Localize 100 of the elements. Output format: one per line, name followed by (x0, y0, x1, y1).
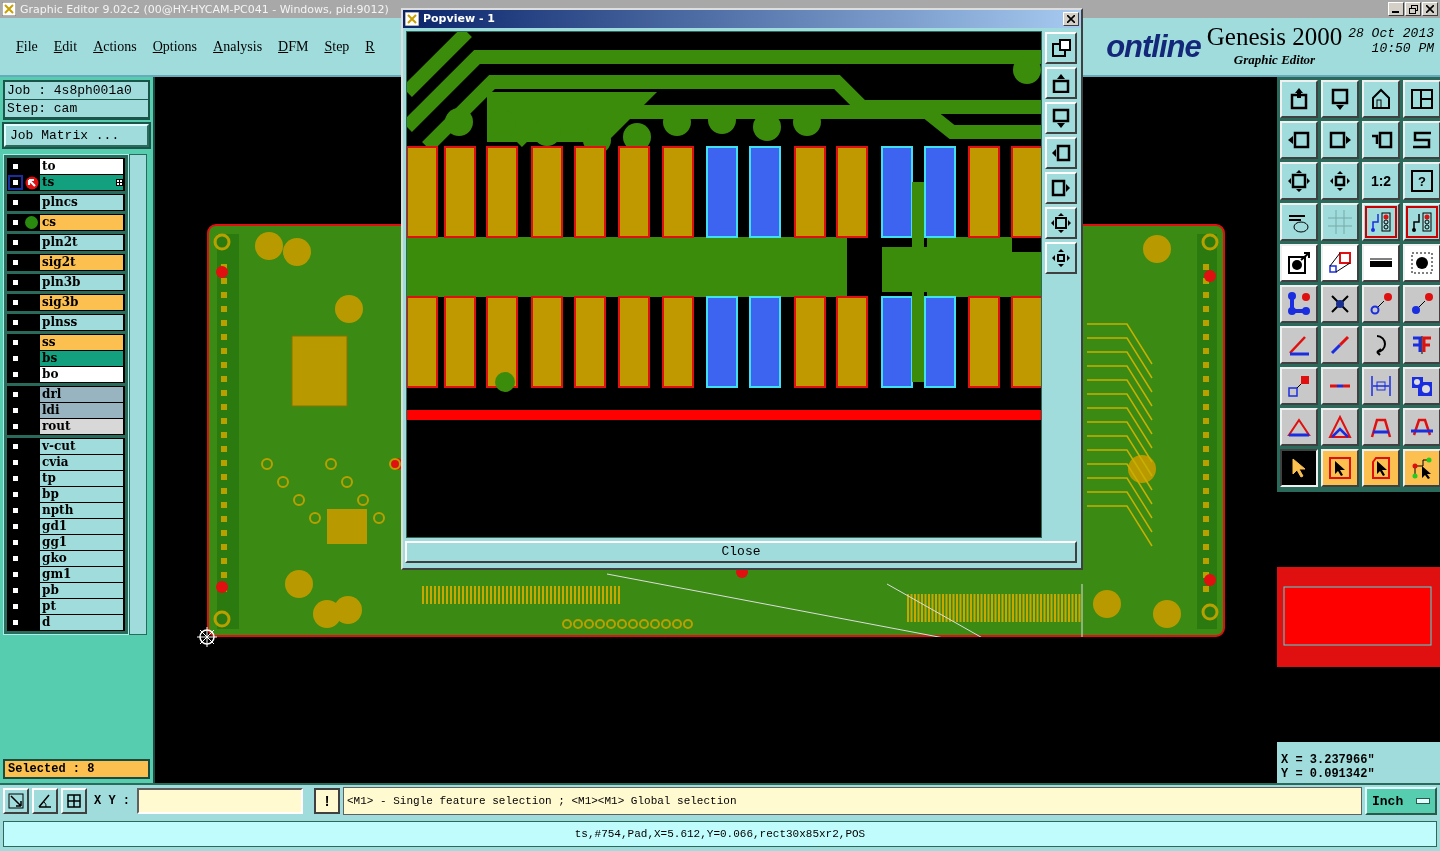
ruler-button[interactable] (1362, 244, 1400, 282)
layer-name[interactable]: plnss (40, 315, 123, 330)
layer-toggle-button[interactable] (10, 317, 21, 328)
box-up-arrow-button[interactable] (1280, 80, 1318, 118)
layer-name[interactable]: pb (40, 583, 123, 598)
centered-box-button[interactable] (1321, 162, 1359, 200)
layer-name[interactable]: sig3b (40, 295, 123, 310)
menu-item[interactable]: DFM (278, 38, 309, 55)
menu-item[interactable]: Step (324, 38, 350, 55)
house-button[interactable] (1362, 80, 1400, 118)
squares-link-button[interactable] (1321, 244, 1359, 282)
close-button[interactable] (1063, 11, 1079, 26)
expand-box-button[interactable] (1280, 162, 1318, 200)
overlap-shapes-button[interactable] (1403, 367, 1440, 405)
s-path-button[interactable] (1403, 121, 1440, 159)
layer-name[interactable]: ss (40, 335, 123, 350)
menu-item[interactable]: Actions (93, 38, 137, 55)
dotted-dot-button[interactable] (1403, 244, 1440, 282)
layer-toggle-button[interactable] (10, 177, 21, 188)
layer-name[interactable]: bo (40, 367, 123, 382)
ratio-button[interactable]: 1:2 (1362, 162, 1400, 200)
units-dropdown[interactable]: Inch (1365, 787, 1437, 815)
layer-name[interactable]: to (40, 159, 123, 174)
menu-item[interactable]: Edit (53, 38, 78, 55)
layer-name[interactable]: ts (40, 175, 123, 190)
alert-button[interactable]: ! (314, 788, 340, 814)
layer-name[interactable]: pt (40, 599, 123, 614)
box-left-arrow-button[interactable] (1280, 121, 1318, 159)
layer-toggle-button[interactable] (10, 257, 21, 268)
brand-logo: ontline (1106, 28, 1201, 65)
layer-toggle-button[interactable] (10, 161, 21, 172)
layer-name[interactable]: cs (40, 215, 123, 230)
box-select-button[interactable] (1321, 449, 1359, 487)
layer-name[interactable]: npth (40, 503, 123, 518)
arch-cross-button[interactable] (1403, 408, 1440, 446)
layer-toggle-button[interactable] (10, 277, 21, 288)
layer-toggle-button[interactable] (10, 297, 21, 308)
angled-lines-button[interactable] (1280, 326, 1318, 364)
layer-name[interactable]: cvia (40, 455, 123, 470)
polygon-select-button[interactable] (1362, 449, 1400, 487)
menu-item[interactable]: File (16, 38, 38, 55)
mirror-button[interactable] (1403, 326, 1440, 364)
zoom-line-button[interactable] (3, 788, 29, 814)
layer-name[interactable]: gg1 (40, 535, 123, 550)
diagonal-line-button[interactable] (1321, 326, 1359, 364)
layer-toggle-button[interactable] (10, 237, 21, 248)
layer-name[interactable]: gko (40, 551, 123, 566)
close-button[interactable] (1422, 2, 1438, 16)
layer-name[interactable]: drl (40, 387, 123, 402)
dot-arrow-button[interactable] (1280, 244, 1318, 282)
curved-arrow-box-button[interactable] (1362, 121, 1400, 159)
menu-item[interactable]: Options (152, 38, 198, 55)
line-segment-button[interactable] (1321, 367, 1359, 405)
layer-name[interactable]: bs (40, 351, 123, 366)
job-matrix-button[interactable]: Job Matrix ... (4, 124, 149, 147)
snap-grid-button[interactable] (61, 788, 87, 814)
dimension-button[interactable] (1362, 367, 1400, 405)
angle-button[interactable] (32, 788, 58, 814)
triangle-button[interactable] (1280, 408, 1318, 446)
layer-name[interactable]: gm1 (40, 567, 123, 582)
layer-name[interactable]: sig2t (40, 255, 123, 270)
dot-to-dot-button[interactable] (1362, 285, 1400, 323)
layer-name[interactable]: d (40, 615, 123, 630)
minimize-button[interactable] (1388, 2, 1404, 16)
menu-item[interactable]: Analysis (213, 38, 263, 55)
pad-arrow-button[interactable] (1280, 367, 1318, 405)
net-select-button[interactable] (1403, 449, 1440, 487)
xy-input-field[interactable] (137, 788, 303, 814)
layer-name[interactable]: plncs (40, 195, 123, 210)
layer-name[interactable]: ldi (40, 403, 123, 418)
restore-button[interactable] (1405, 2, 1421, 16)
layer-name[interactable]: v-cut (40, 439, 123, 454)
box-right-arrow-button[interactable] (1321, 121, 1359, 159)
window-grid-button[interactable] (1403, 80, 1440, 118)
tools-palette-button[interactable] (1280, 203, 1318, 241)
chevron-button[interactable] (1321, 408, 1359, 446)
box-down-arrow-button[interactable] (1321, 80, 1359, 118)
layer-toggle-button[interactable] (10, 197, 21, 208)
circuit-lights-button[interactable] (1362, 203, 1400, 241)
layer-scrollbar[interactable] (129, 154, 147, 635)
circuit-lights-button[interactable] (1403, 203, 1440, 241)
menu-item[interactable]: R (365, 38, 375, 55)
layer-name[interactable]: tp (40, 471, 123, 486)
cross-dot-button[interactable] (1321, 285, 1359, 323)
pointer-button[interactable] (1280, 449, 1318, 487)
dot-to-dot-button[interactable] (1403, 285, 1440, 323)
arch-button[interactable] (1362, 408, 1400, 446)
layer-name[interactable]: pln2t (40, 235, 123, 250)
zoom-window-button[interactable] (1045, 31, 1077, 64)
layer-name[interactable]: gd1 (40, 519, 123, 534)
xy-label: X Y : (94, 794, 130, 808)
layer-toggle-button[interactable] (10, 217, 21, 228)
close-popview-button[interactable]: Close (405, 540, 1077, 563)
help-button[interactable]: ? (1403, 162, 1440, 200)
grid-button[interactable] (1321, 203, 1359, 241)
layer-name[interactable]: rout (40, 419, 123, 434)
connected-dots-button[interactable] (1280, 285, 1318, 323)
layer-name[interactable]: bp (40, 487, 123, 502)
curved-arrow-button[interactable] (1362, 326, 1400, 364)
layer-name[interactable]: pln3b (40, 275, 123, 290)
